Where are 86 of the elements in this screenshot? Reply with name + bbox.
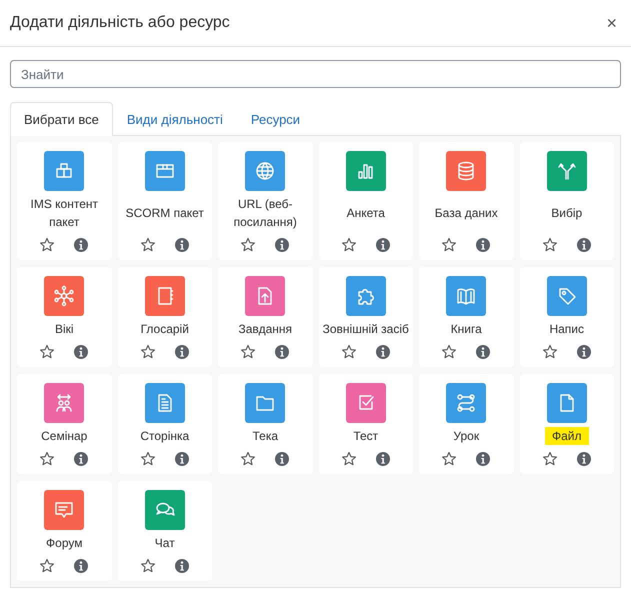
tab[interactable]: Види діяльності — [112, 102, 237, 135]
tab[interactable]: Ресурси — [236, 102, 314, 135]
activity-name: Тека — [252, 428, 278, 445]
star-button[interactable] — [441, 237, 458, 253]
activity-card[interactable]: Зовнішній засіб — [318, 267, 413, 367]
star-button[interactable] — [140, 451, 156, 467]
activity-card[interactable]: Книга — [419, 267, 514, 367]
activity-card[interactable]: Тека — [218, 374, 312, 474]
info-button[interactable] — [475, 344, 492, 360]
close-button[interactable]: × — [602, 12, 621, 34]
info-button[interactable] — [576, 451, 592, 467]
activity-name: Форум — [46, 535, 82, 552]
activity-card[interactable]: Тест — [318, 374, 413, 474]
info-button[interactable] — [174, 451, 190, 467]
activity-card[interactable]: Вибір — [520, 142, 614, 260]
activity-name: Тест — [353, 428, 378, 445]
activity-card[interactable]: Глосарій — [118, 267, 212, 367]
info-button[interactable] — [174, 344, 190, 360]
star-button[interactable] — [542, 451, 558, 467]
activity-name: Анкета — [346, 205, 385, 222]
search-field[interactable]: Знайти — [10, 60, 621, 88]
info-button[interactable] — [174, 237, 190, 253]
star-button[interactable] — [542, 344, 558, 360]
dialog-title: Додати діяльність або ресурс — [10, 14, 230, 32]
activity-name: Завдання — [238, 321, 292, 338]
activity-name: Книга — [450, 321, 482, 338]
activity-name: SCORM пакет — [126, 205, 204, 222]
star-button[interactable] — [340, 237, 357, 253]
info-button[interactable] — [73, 237, 90, 253]
info-button[interactable] — [475, 237, 492, 253]
info-button[interactable] — [174, 558, 190, 574]
star-button[interactable] — [240, 451, 256, 467]
info-button[interactable] — [576, 237, 592, 253]
activity-name: Сторінка — [140, 428, 190, 445]
activity-card[interactable]: База даних — [419, 142, 514, 260]
star-button[interactable] — [39, 451, 56, 467]
activity-name: Файл — [544, 427, 588, 445]
star-button[interactable] — [39, 237, 56, 253]
info-button[interactable] — [576, 344, 592, 360]
activity-card[interactable]: Форум — [17, 481, 112, 581]
info-button[interactable] — [374, 344, 391, 360]
activity-card[interactable]: URL (веб-посилання) — [218, 142, 312, 260]
info-button[interactable] — [73, 558, 90, 574]
activity-name: Вибір — [551, 205, 582, 222]
activity-name: Семінар — [41, 428, 88, 445]
activity-card[interactable]: Сторінка — [118, 374, 212, 474]
info-button[interactable] — [73, 344, 90, 360]
tab[interactable]: Вибрати все — [10, 102, 113, 136]
activity-name: Зовнішній засіб — [322, 321, 409, 338]
activity-card[interactable]: Вікі — [17, 267, 112, 367]
star-button[interactable] — [542, 237, 558, 253]
activity-name: Урок — [453, 428, 480, 445]
info-button[interactable] — [374, 451, 391, 467]
star-button[interactable] — [340, 451, 357, 467]
activity-card[interactable]: Напис — [520, 267, 614, 367]
star-button[interactable] — [140, 558, 156, 574]
star-button[interactable] — [340, 344, 357, 360]
activity-card[interactable]: Урок — [419, 374, 514, 474]
activity-name: Напис — [549, 321, 584, 338]
activity-card[interactable]: Файл — [520, 374, 614, 474]
activity-name: Глосарій — [140, 321, 189, 338]
activity-card[interactable]: Анкета — [318, 142, 413, 260]
info-button[interactable] — [274, 344, 290, 360]
star-button[interactable] — [240, 344, 256, 360]
info-button[interactable] — [374, 237, 391, 253]
info-button[interactable] — [274, 451, 290, 467]
star-button[interactable] — [39, 344, 56, 360]
activity-name: База даних — [434, 205, 498, 222]
activity-card[interactable]: Семінар — [17, 374, 112, 474]
star-button[interactable] — [240, 237, 256, 253]
star-button[interactable] — [441, 451, 458, 467]
activity-card[interactable]: SCORM пакет — [118, 142, 212, 260]
info-button[interactable] — [274, 237, 290, 253]
activity-card[interactable]: Завдання — [218, 267, 312, 367]
info-button[interactable] — [73, 451, 90, 467]
info-button[interactable] — [475, 451, 492, 467]
star-button[interactable] — [39, 558, 56, 574]
activity-name: URL (веб-посилання) — [232, 196, 298, 231]
star-button[interactable] — [441, 344, 458, 360]
activity-name: IMS контент пакет — [29, 196, 99, 231]
activity-card[interactable]: IMS контент пакет — [17, 142, 112, 260]
activity-card[interactable]: Чат — [118, 481, 212, 581]
star-button[interactable] — [140, 237, 156, 253]
star-button[interactable] — [140, 344, 156, 360]
activity-name: Вікі — [54, 321, 74, 338]
activity-name: Чат — [154, 535, 175, 552]
